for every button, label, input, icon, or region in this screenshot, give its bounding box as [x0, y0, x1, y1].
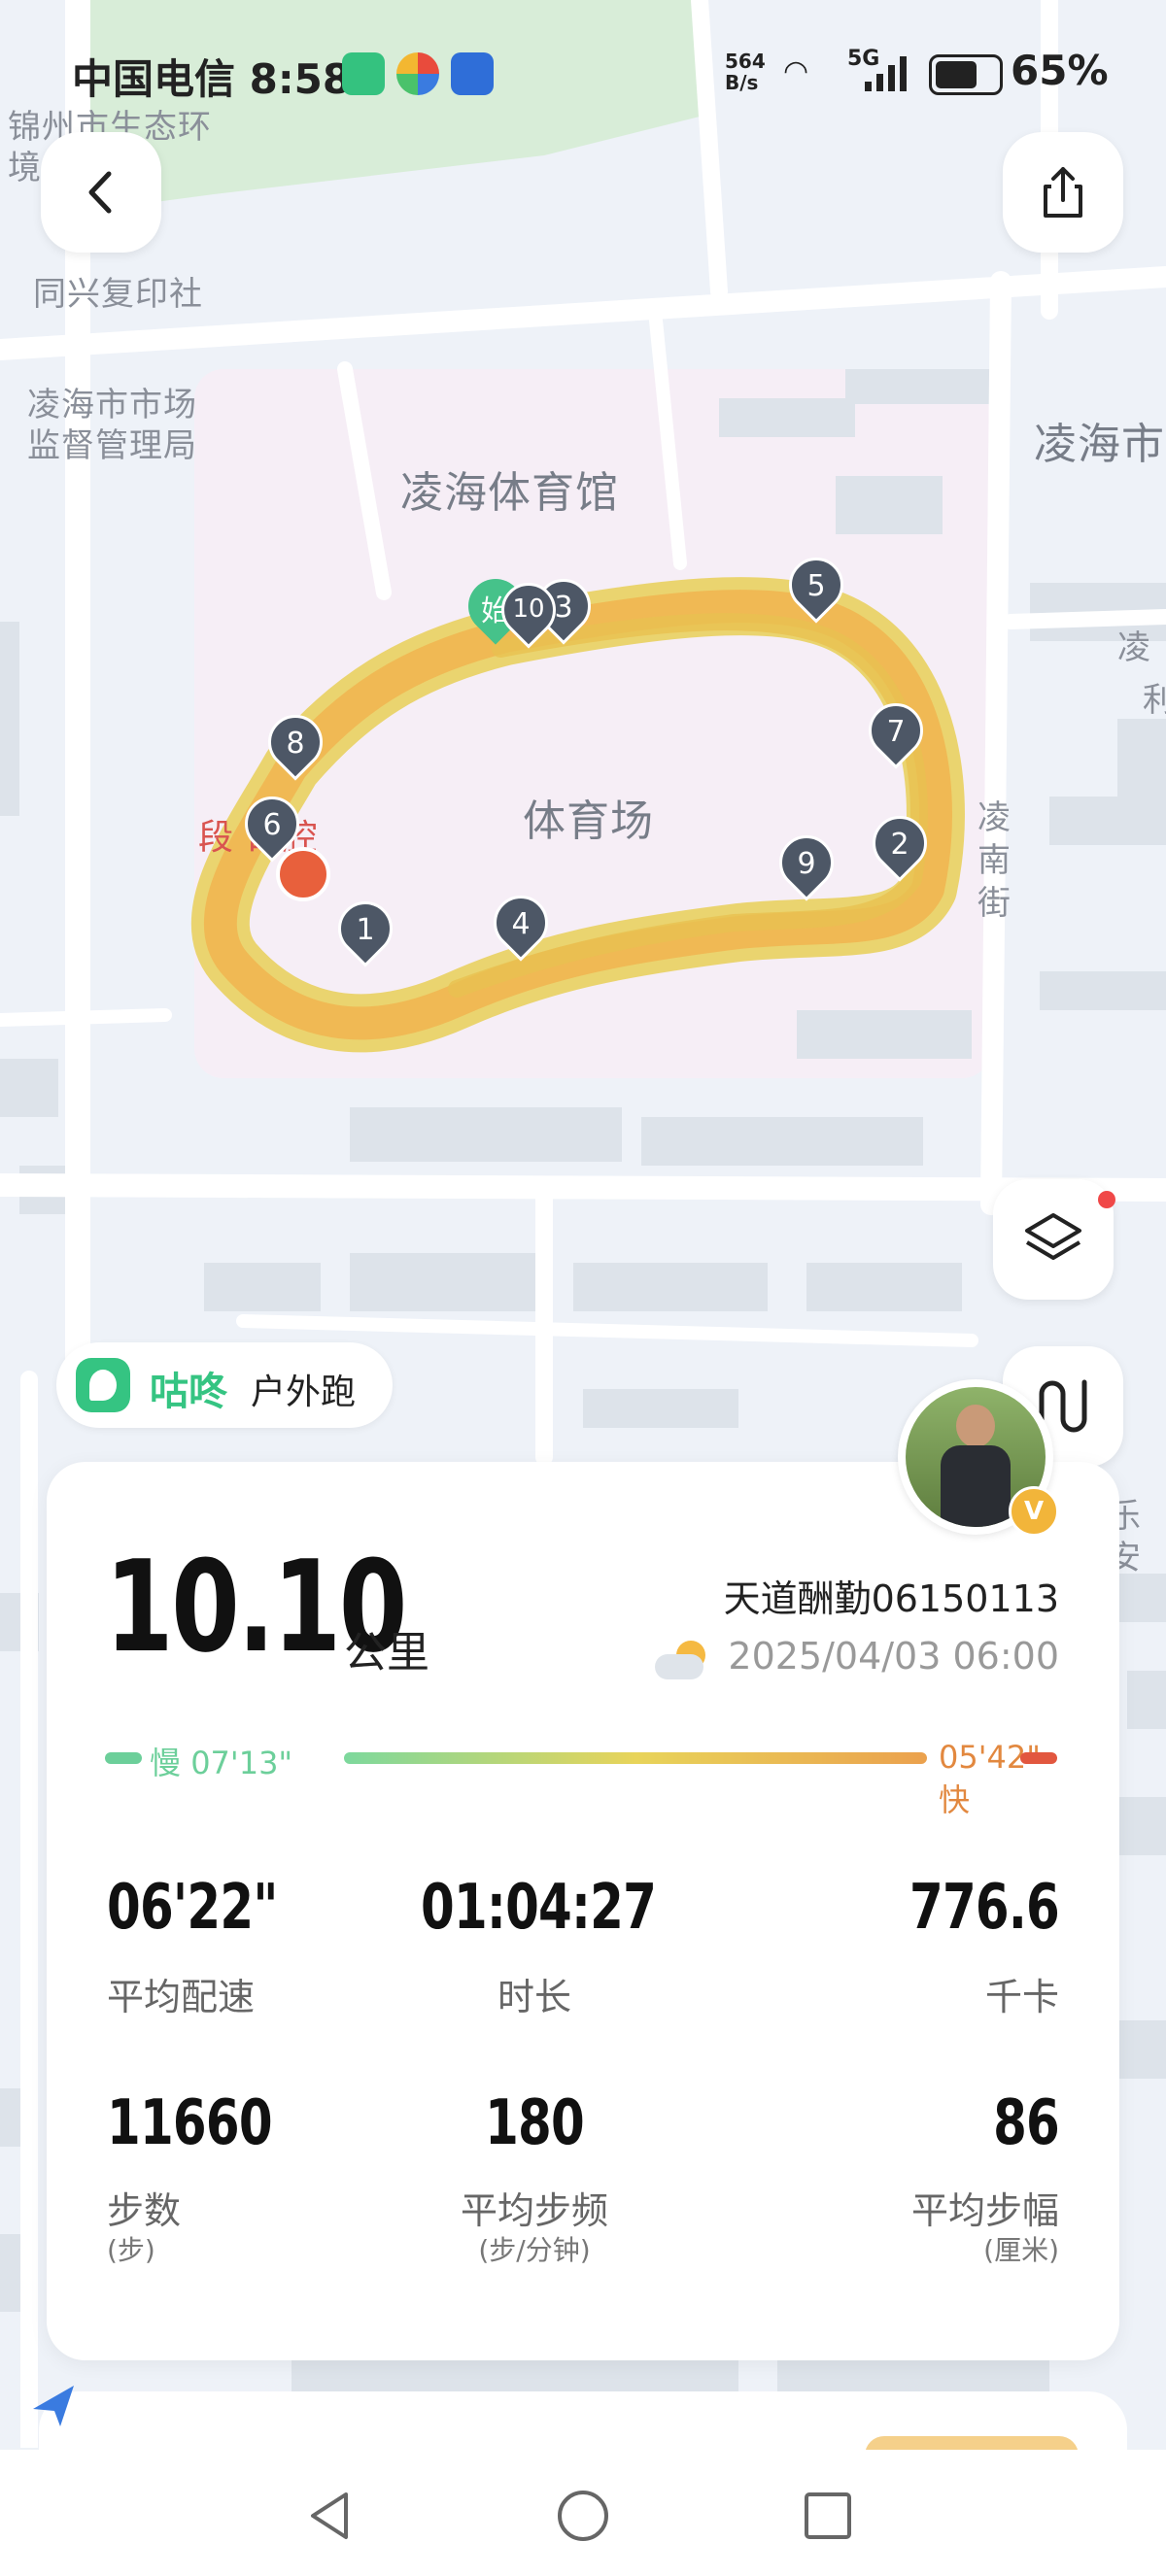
activity-type-tag: 咕咚 户外跑: [56, 1342, 393, 1428]
stride-label: 平均步幅: [910, 2189, 1059, 2232]
km-marker-label: 8: [286, 727, 305, 761]
steps-label: 步数: [107, 2189, 182, 2232]
km-marker-label: 10: [512, 594, 545, 624]
map-label-poi: 利: [1143, 681, 1166, 720]
map-label-poi: 监督管理局: [27, 426, 197, 465]
calories-label: 千卡: [984, 1976, 1059, 2018]
nav-home-icon[interactable]: [554, 2487, 612, 2545]
slow-indicator: [105, 1752, 142, 1764]
nav-back-icon[interactable]: [301, 2487, 360, 2545]
app-notify-icon: [396, 52, 439, 95]
steps-unit: (步): [107, 2234, 155, 2266]
map-label-venue: 凌海体育馆: [400, 468, 619, 518]
pace-gradient-bar: [344, 1752, 927, 1764]
cadence-unit: (步/分钟): [478, 2234, 591, 2266]
gudong-logo-icon: [76, 1358, 130, 1412]
chevron-left-icon: [88, 171, 112, 214]
avg-pace-label: 平均配速: [107, 1976, 256, 2018]
battery-icon: [929, 54, 1003, 95]
net-speed: 564 B/s: [725, 50, 766, 94]
app-name: 咕咚: [150, 1370, 227, 1414]
km-marker-label: 7: [886, 715, 906, 749]
map-layers-button[interactable]: [993, 1179, 1114, 1300]
duration-label: 时长: [497, 1976, 571, 2018]
avg-pace-value: 06'22": [107, 1872, 278, 1944]
map-label-poi: 凌海市: [1034, 420, 1165, 469]
summary-card: 10.10 公里 天道酬勤06150113 2025/04/03 06:00 慢…: [47, 1462, 1119, 2360]
km-marker-label: 6: [262, 808, 282, 842]
stride-value: 86: [993, 2087, 1060, 2159]
verified-badge-icon: V: [1009, 1486, 1059, 1537]
km-marker-label: 5: [806, 569, 826, 603]
gudong-app-icon: [342, 52, 385, 95]
map-label-poi: 同兴复印社: [33, 275, 203, 314]
signal-icon: [865, 54, 908, 91]
activity-datetime: 2025/04/03 06:00: [728, 1635, 1059, 1678]
status-carrier: 中国电信 8:58: [72, 55, 352, 103]
battery-level: 65%: [1011, 47, 1109, 94]
cadence-label: 平均步频: [460, 2189, 608, 2232]
km-marker-label: 4: [511, 907, 531, 941]
pace-scale: 慢 07'13" 05'42" 快: [105, 1739, 1057, 1818]
poi-pin-icon: [276, 847, 330, 901]
status-time: 8:58: [249, 55, 352, 103]
steps-value: 11660: [107, 2087, 273, 2159]
nav-recents-icon[interactable]: [801, 2489, 855, 2543]
stride-unit: (厘米): [983, 2234, 1059, 2266]
calories-value: 776.6: [909, 1872, 1060, 1944]
username: 天道酬勤06150113: [723, 1577, 1059, 1620]
share-icon: [1044, 167, 1082, 218]
layers-icon: [1025, 1213, 1081, 1260]
map-label-poi: 凌海市市场: [27, 386, 197, 424]
km-marker-label: 9: [797, 847, 816, 881]
duration-value: 01:04:27: [421, 1872, 657, 1944]
weather-cloudy-icon: [655, 1641, 709, 1679]
map-label-poi: 凌: [1117, 628, 1151, 667]
fast-indicator: [1020, 1752, 1057, 1764]
km-marker-label: 1: [356, 913, 375, 947]
system-nav-bar: [0, 2450, 1166, 2576]
location-arrow-icon: [29, 2380, 80, 2430]
map-label-stadium: 体育场: [523, 797, 654, 846]
fast-pace-label: 05'42" 快: [939, 1739, 1041, 1818]
distance-unit: 公里: [344, 1628, 429, 1678]
share-button[interactable]: [1003, 132, 1123, 253]
slow-pace-label: 慢 07'13": [150, 1745, 293, 1781]
app-notify-icon: [451, 52, 494, 95]
avatar[interactable]: V: [898, 1379, 1059, 1537]
notification-dot: [1098, 1191, 1115, 1208]
cadence-value: 180: [485, 2087, 585, 2159]
activity-type: 户外跑: [251, 1373, 357, 1412]
back-button[interactable]: [41, 132, 161, 253]
wifi-icon: ◠: [783, 54, 809, 88]
km-marker-label: 2: [890, 828, 909, 862]
map-label-street: 凌南街: [977, 798, 1012, 924]
status-bar: 中国电信 8:58 564 B/s ◠ 5G 65%: [0, 39, 1166, 113]
